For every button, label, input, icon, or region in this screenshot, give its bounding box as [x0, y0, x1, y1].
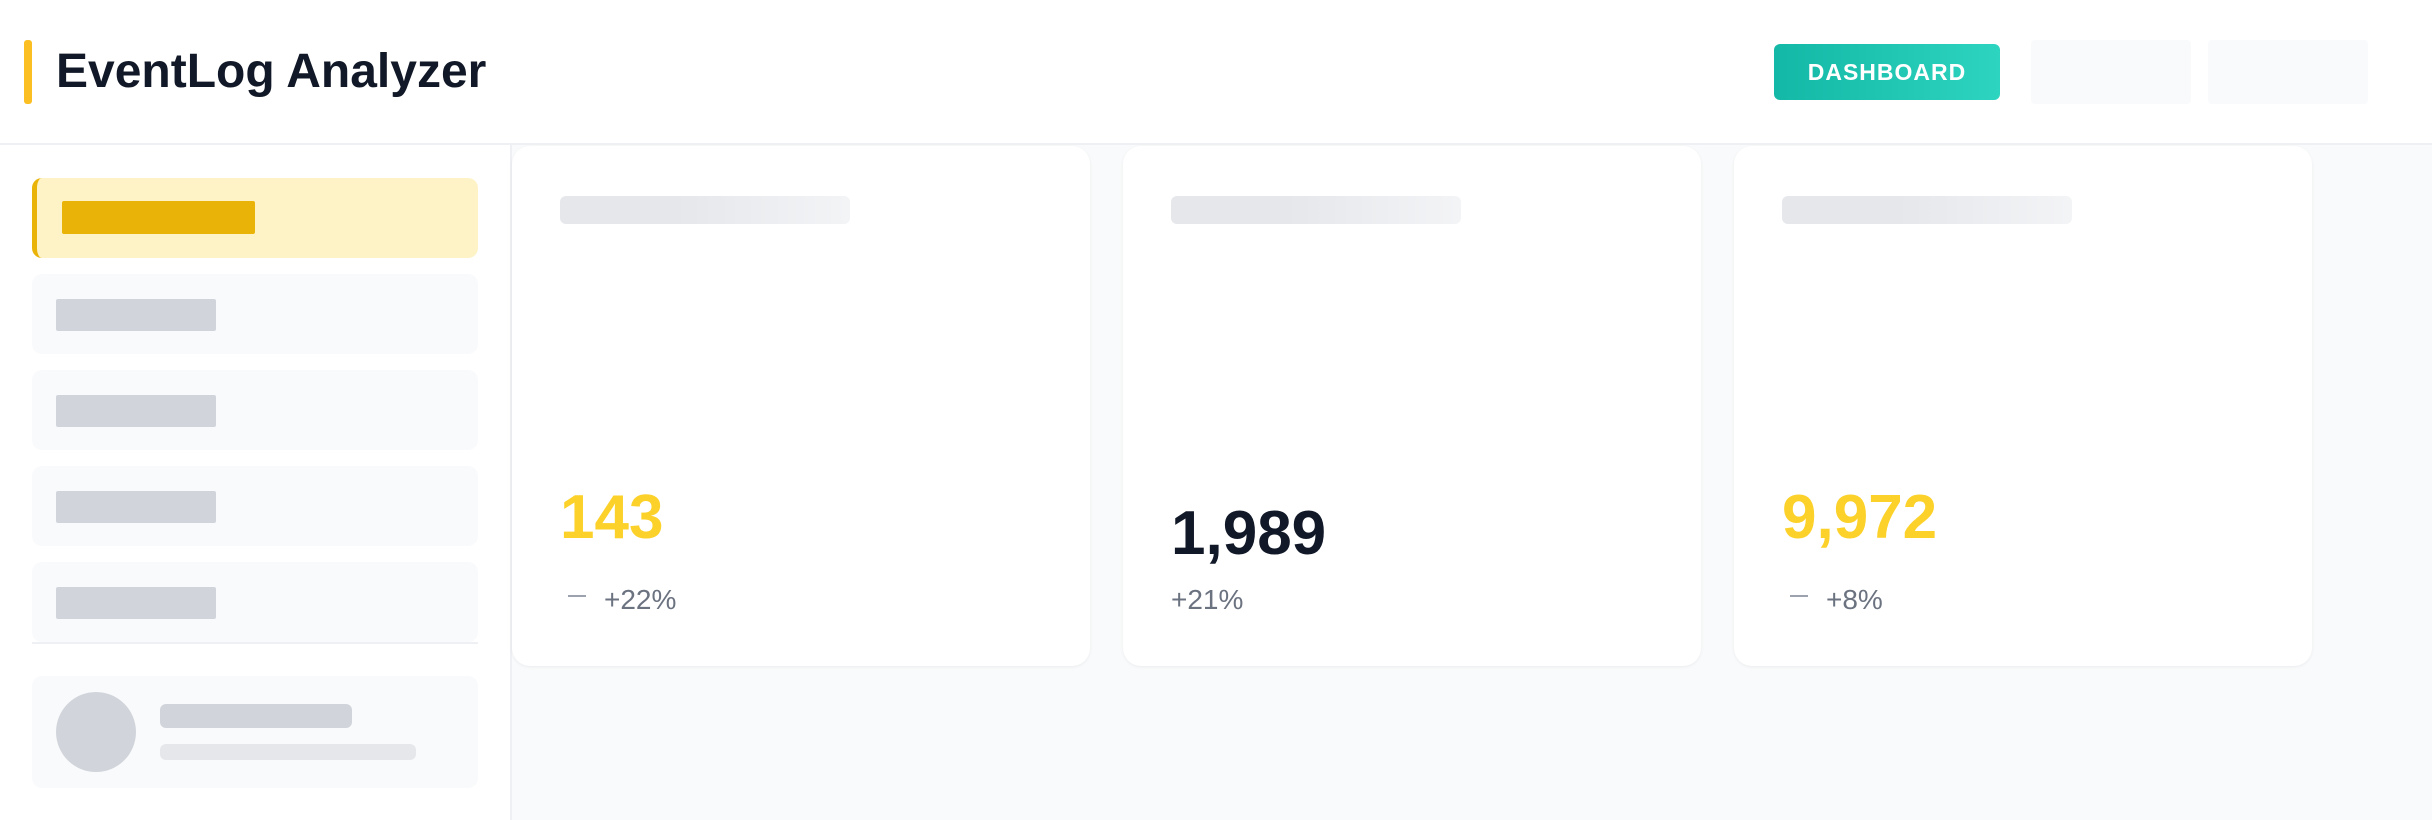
stat-value: 143: [560, 483, 664, 552]
stat-card: 143 +22%: [512, 146, 1090, 666]
sidebar-item[interactable]: [32, 274, 478, 354]
dash-icon: [1790, 595, 1808, 597]
stat-card: 9,972 +8%: [1734, 146, 2312, 666]
sidebar-divider: [32, 642, 478, 644]
sidebar-item-active[interactable]: [32, 178, 478, 258]
stat-change-text: +21%: [1171, 584, 1244, 615]
avatar: [56, 692, 136, 772]
sidebar-item[interactable]: [32, 562, 478, 642]
stat-change-text: +22%: [604, 584, 677, 615]
brand-accent-bar: [24, 40, 32, 104]
user-subtitle-placeholder: [160, 744, 416, 760]
sidebar-item-label-placeholder: [56, 299, 216, 331]
stat-value: 9,972: [1782, 483, 1938, 552]
sidebar-item[interactable]: [32, 370, 478, 450]
sidebar-item-label-placeholder: [62, 201, 255, 234]
stat-change-text: +8%: [1826, 584, 1883, 615]
sidebar: [0, 145, 512, 820]
stat-card: 1,989 +21%: [1123, 146, 1701, 666]
dash-icon: [568, 595, 586, 597]
app-header: EventLog Analyzer DASHBOARD: [0, 0, 2432, 145]
header-action-placeholder[interactable]: [2031, 40, 2191, 104]
sidebar-item-label-placeholder: [56, 491, 216, 523]
sidebar-item[interactable]: [32, 466, 478, 546]
stat-change: +22%: [560, 582, 676, 618]
app-title: EventLog Analyzer: [56, 45, 487, 98]
user-name-placeholder: [160, 704, 352, 728]
user-profile-card[interactable]: [32, 676, 478, 788]
stat-change: +8%: [1782, 582, 1883, 618]
stat-change: +21%: [1171, 582, 1243, 618]
card-title-placeholder: [1171, 196, 1461, 224]
header-action-placeholder[interactable]: [2208, 40, 2368, 104]
sidebar-item-label-placeholder: [56, 395, 216, 427]
dashboard-button[interactable]: DASHBOARD: [1774, 44, 2000, 100]
card-title-placeholder: [560, 196, 850, 224]
stat-value: 1,989: [1171, 499, 1327, 568]
card-title-placeholder: [1782, 196, 2072, 224]
sidebar-item-label-placeholder: [56, 587, 216, 619]
